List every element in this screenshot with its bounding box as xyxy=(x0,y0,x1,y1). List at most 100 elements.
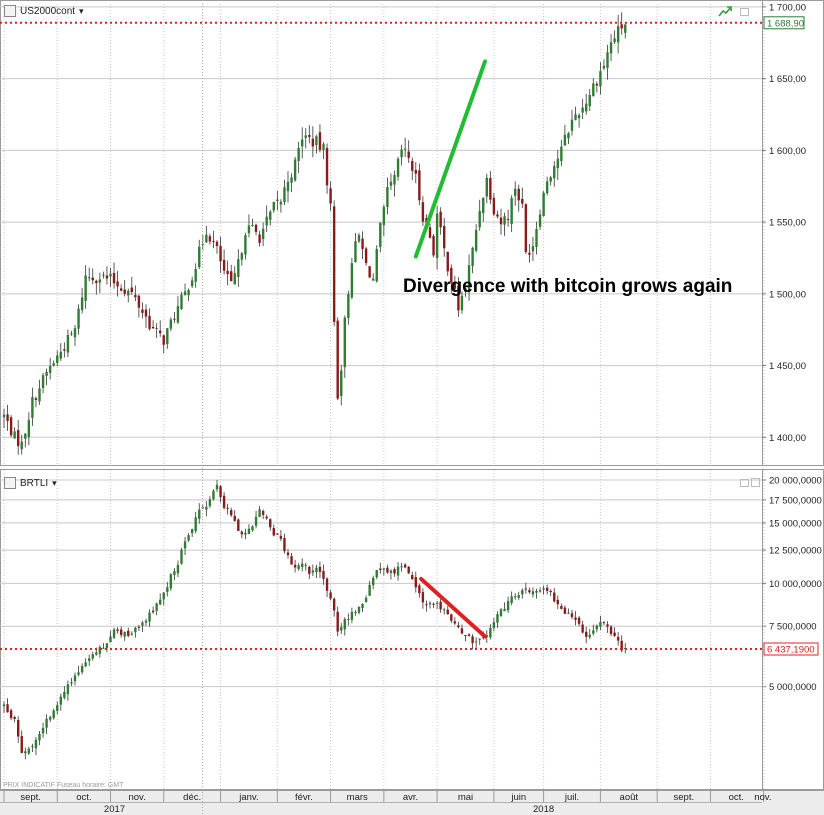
chevron-down-icon[interactable]: ▾ xyxy=(79,6,84,17)
candle-body xyxy=(137,626,141,628)
candle-body xyxy=(389,181,393,186)
candle-body xyxy=(233,273,236,285)
bottom-panel-header[interactable]: BRTLI ▾ xyxy=(4,476,57,490)
candle-body xyxy=(41,375,45,389)
candle-body xyxy=(112,629,116,638)
candle-body xyxy=(194,268,197,282)
candle-body xyxy=(375,570,378,578)
candle-body xyxy=(428,227,432,238)
candle-body xyxy=(332,206,336,322)
top-y-tick-label: 1 650,00 xyxy=(769,74,806,85)
panel-maximize-icon[interactable] xyxy=(740,479,749,487)
candle-body xyxy=(219,245,222,262)
bottom-y-tick-label: 15 000,0000 xyxy=(769,518,822,529)
candle-body xyxy=(109,273,112,277)
candle-body xyxy=(609,626,613,634)
candle-body xyxy=(340,627,343,631)
candle-body xyxy=(215,484,219,490)
candle-body xyxy=(222,495,226,508)
candle-body xyxy=(269,519,272,528)
candle-body xyxy=(382,206,386,226)
bottom-y-tick-label: 12 500,0000 xyxy=(769,546,822,557)
x-year-label: 2018 xyxy=(533,804,554,815)
candle-body xyxy=(563,134,567,146)
candle-body xyxy=(396,158,400,177)
candle-body xyxy=(553,166,556,179)
candle-body xyxy=(538,590,542,592)
candle-body xyxy=(226,507,229,509)
top-panel-header[interactable]: US2000cont ▾ xyxy=(4,4,84,18)
candle-body xyxy=(205,234,208,243)
candle-body xyxy=(130,287,133,292)
candle-body xyxy=(73,675,77,682)
candle-body xyxy=(439,601,442,610)
candle-body xyxy=(308,134,311,137)
candle-body xyxy=(432,603,435,605)
candle-body xyxy=(109,636,112,643)
x-month-label: févr. xyxy=(295,792,313,803)
candle-body xyxy=(276,199,279,201)
candle-body xyxy=(297,565,300,569)
candle-body xyxy=(98,646,102,654)
candle-body xyxy=(372,577,375,586)
candle-body xyxy=(606,624,609,627)
candle-body xyxy=(379,222,382,248)
candle-body xyxy=(592,630,595,634)
candle-body xyxy=(134,627,137,633)
chevron-down-icon[interactable]: ▾ xyxy=(52,478,57,489)
candle-body xyxy=(20,736,23,754)
candle-body xyxy=(176,306,180,323)
candle-body xyxy=(95,280,98,284)
candle-body xyxy=(116,281,119,287)
trend-arrow-icon[interactable] xyxy=(718,5,732,17)
candle-body xyxy=(602,622,606,624)
candle-body xyxy=(304,135,307,138)
candle-body xyxy=(173,318,176,320)
candle-body xyxy=(123,631,126,637)
candle-body xyxy=(613,632,616,636)
us2000-price-label: 1 688,90 xyxy=(767,18,804,29)
candle-body xyxy=(411,160,414,171)
candle-body xyxy=(38,733,41,741)
x-month-label: juil. xyxy=(564,792,579,803)
candle-body xyxy=(453,621,457,624)
x-month-label: août xyxy=(620,792,639,803)
candle-body xyxy=(403,564,407,568)
candle-body xyxy=(276,533,279,535)
candle-body xyxy=(471,636,474,644)
candle-body xyxy=(428,603,432,605)
chart-canvas: 1 400,00 1 450,00 1 500,00 1 550,00 1 600,00… xyxy=(0,0,824,815)
candle-body xyxy=(329,188,332,204)
candle-body xyxy=(446,609,449,615)
candle-body xyxy=(2,414,6,418)
candle-body xyxy=(616,636,620,641)
candle-body xyxy=(123,289,126,294)
candle-body xyxy=(535,228,538,248)
candle-body xyxy=(574,114,577,120)
x-month-label: oct. xyxy=(729,792,744,803)
candle-body xyxy=(393,569,396,574)
panel-maximize-icon[interactable] xyxy=(740,8,749,16)
x-month-label: mai xyxy=(458,792,473,803)
candle-body xyxy=(354,611,357,613)
panel-close-icon[interactable] xyxy=(751,478,760,487)
candle-body xyxy=(127,290,130,296)
green-uptrend-line xyxy=(413,59,488,259)
candle-body xyxy=(9,710,13,719)
candle-body xyxy=(464,635,467,637)
candle-body xyxy=(322,144,325,150)
candle-body xyxy=(56,705,59,711)
candle-body xyxy=(535,590,538,593)
candle-body xyxy=(59,696,62,705)
bottom-y-tick-label: 17 500,0000 xyxy=(769,495,822,506)
x-year-label: 2017 xyxy=(104,804,125,815)
x-month-label: sept. xyxy=(20,792,41,803)
candle-body xyxy=(599,71,602,87)
candle-body xyxy=(63,691,66,698)
brtli-candles xyxy=(2,480,627,760)
candle-body xyxy=(460,628,464,634)
candle-body xyxy=(269,211,272,220)
candle-body xyxy=(272,201,275,211)
candle-body xyxy=(446,251,449,272)
bottom-y-tick-labels: 5 000,0000 7 500,0000 10 000,0000 12 500,00… xyxy=(769,476,822,694)
